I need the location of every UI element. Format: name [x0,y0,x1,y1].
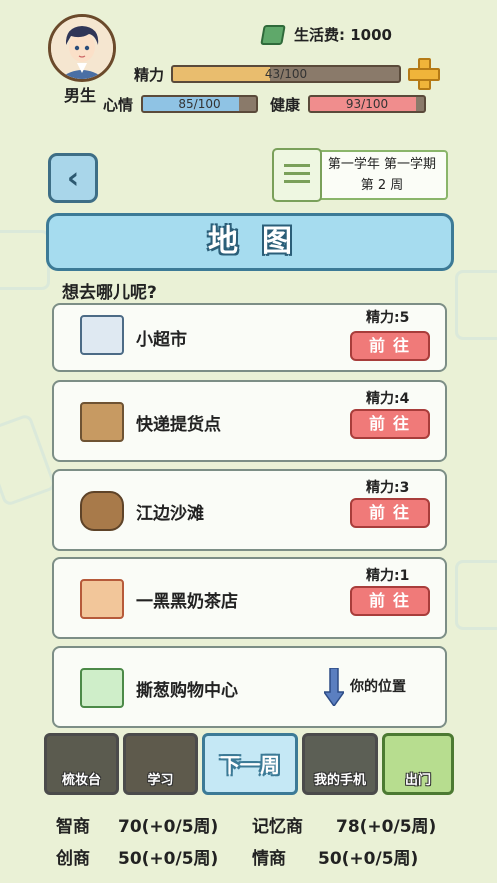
package-pickup-icon [80,402,124,442]
calendar-week: 第 2 周 [360,178,404,193]
health-bar: 93/100 [308,95,426,113]
background-decoration [0,230,50,290]
my-phone-label: 我的手机 [313,773,366,788]
beach-icon [80,491,124,531]
location-card-supermarket: 小超市 精力:5 前往 [52,303,447,372]
back-button[interactable]: ‹ [48,153,98,203]
calendar-text: 第一学年 第一学期 第 2 周 [316,150,448,200]
energy-label: 精力 [134,66,165,84]
my-phone-button[interactable]: 我的手机 [302,733,378,795]
location-card-mall: 撕葱购物中心 你的位置 [52,646,447,728]
current-location-label: 你的位置 [350,679,406,695]
add-energy-icon[interactable] [408,58,440,90]
next-week-button[interactable]: 下一周 [202,733,298,795]
go-button[interactable]: 前往 [350,331,430,361]
mall-icon [80,668,124,708]
supermarket-icon [80,315,124,355]
health-label: 健康 [270,96,301,114]
background-decoration [455,560,497,630]
calendar-term: 第一学年 第一学期 [327,157,437,172]
location-cost: 精力:5 [366,310,410,326]
memory-value: 78(+0/5周) [336,817,437,837]
gender-label: 男生 [64,86,97,105]
location-cost: 精力:1 [366,568,410,584]
mood-value: 85/100 [178,97,221,111]
background-decoration [455,270,497,340]
location-name: 小超市 [136,330,187,350]
iq-label: 智商 [56,817,90,837]
location-card-express: 快递提货点 精力:4 前往 [52,380,447,462]
location-card-milktea: 一黑黑奶茶店 精力:1 前往 [52,557,447,639]
avatar-portrait-icon [51,17,113,79]
location-name: 江边沙滩 [136,504,204,524]
go-button[interactable]: 前往 [350,409,430,439]
money-icon [260,24,286,45]
eq-value: 50(+0/5周) [318,849,419,869]
memory-label: 记忆商 [252,817,303,837]
energy-value: 43/100 [264,67,308,81]
dresser-button[interactable]: 梳妆台 [44,733,119,795]
creativity-label: 创商 [56,849,90,869]
avatar[interactable] [48,14,116,82]
location-name: 一黑黑奶茶店 [136,592,238,612]
go-out-label: 出门 [404,773,431,788]
money-display: 生活费: 1000 [260,24,392,45]
background-decoration [0,413,58,507]
eq-label: 情商 [252,849,286,869]
go-out-button[interactable]: 出门 [382,733,454,795]
go-button[interactable]: 前往 [350,498,430,528]
location-cost: 精力:3 [366,480,410,496]
location-card-beach: 江边沙滩 精力:3 前往 [52,469,447,551]
dresser-label: 梳妆台 [61,773,101,788]
next-week-label: 下一周 [220,753,280,777]
health-value: 93/100 [345,97,389,111]
mood-bar: 85/100 [141,95,258,113]
milktea-shop-icon [80,579,124,619]
go-button[interactable]: 前往 [350,586,430,616]
mood-label: 心情 [103,96,134,114]
map-title: 地图 [46,213,454,271]
location-cost: 精力:4 [366,391,410,407]
energy-bar: 43/100 [171,65,401,83]
study-button[interactable]: 学习 [123,733,198,795]
location-name: 快递提货点 [136,415,221,435]
creativity-value: 50(+0/5周) [118,849,219,869]
iq-value: 70(+0/5周) [118,817,219,837]
map-question: 想去哪儿呢? [62,283,157,303]
calendar-widget: 第一学年 第一学期 第 2 周 [272,148,448,202]
money-label: 生活费: 1000 [294,26,392,44]
location-name: 撕葱购物中心 [136,681,238,701]
location-pin-arrow-icon [324,668,344,706]
chevron-left-icon: ‹ [66,160,80,196]
study-label: 学习 [147,773,174,788]
notepad-icon [272,148,322,202]
